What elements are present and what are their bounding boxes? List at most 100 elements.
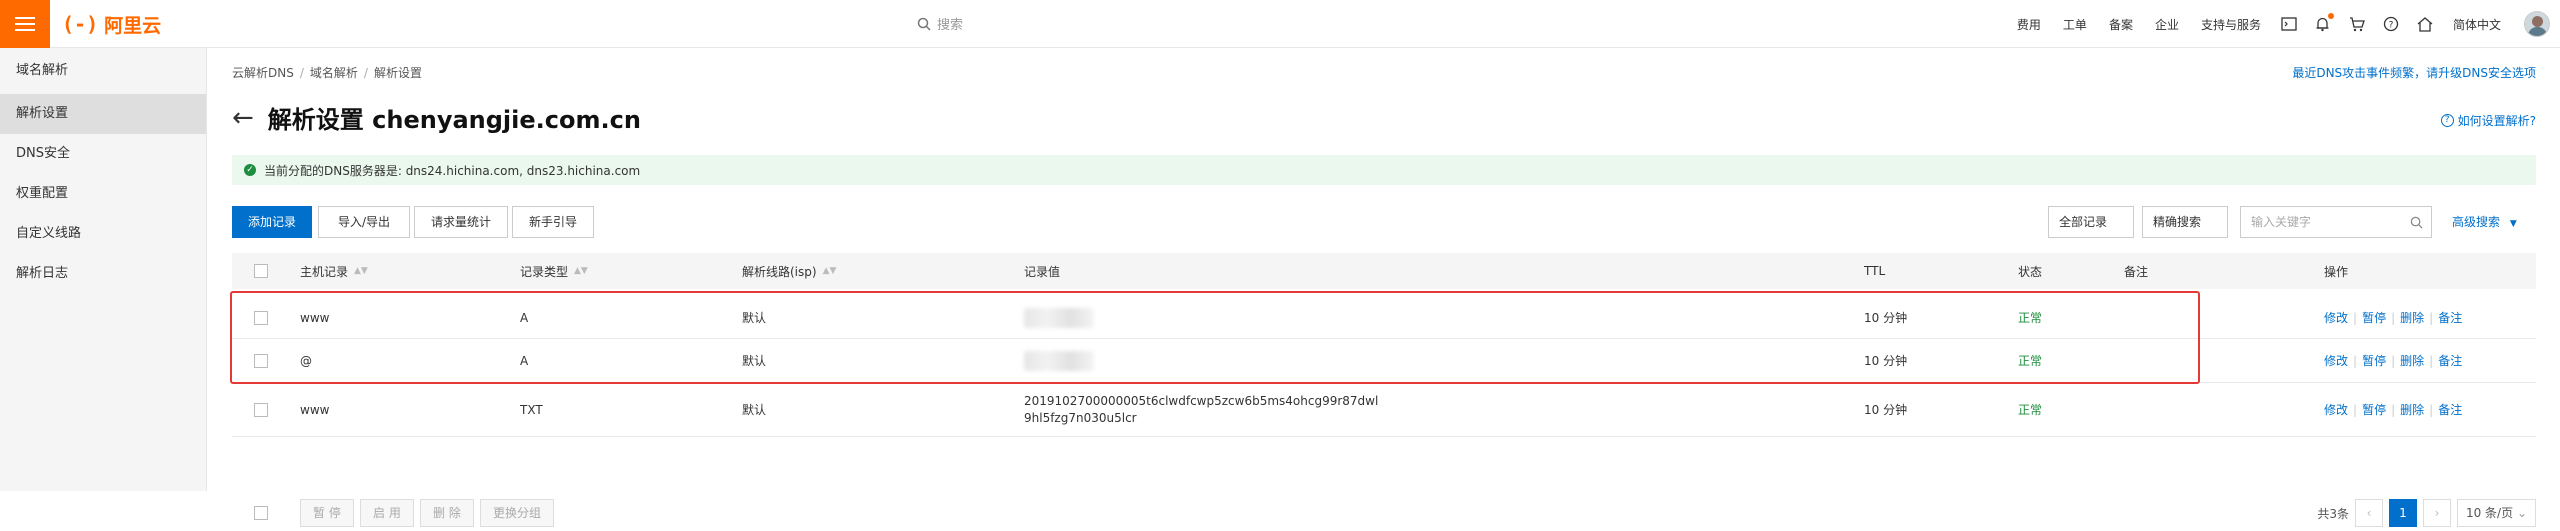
edit-link[interactable]: 修改 (2324, 309, 2348, 326)
cell-ttl: 10 分钟 (1864, 403, 1908, 417)
top-search[interactable]: 搜索 (917, 14, 963, 33)
cart-icon[interactable] (2348, 15, 2366, 33)
row-actions: 修改 | 暂停 | 删除 | 备注 (2324, 352, 2463, 369)
guide-button[interactable]: 新手引导 (512, 206, 594, 238)
edit-link[interactable]: 修改 (2324, 352, 2348, 369)
question-icon: ? (2440, 114, 2454, 127)
delete-link[interactable]: 删除 (2400, 352, 2424, 369)
pause-link[interactable]: 暂停 (2362, 352, 2386, 369)
col-ttl: TTL (1864, 264, 1886, 278)
col-value: 记录值 (1024, 264, 1061, 279)
remark-link[interactable]: 备注 (2438, 309, 2462, 326)
toolbar: 添加记录 导入/导出 请求量统计 新手引导 全部记录 ⌄ 精确搜索 ⌄ 输入关键… (232, 206, 2536, 259)
col-remark: 备注 (2124, 264, 2149, 279)
sidebar-item-resolve-settings[interactable]: 解析设置 (0, 94, 206, 134)
cell-host: www (300, 402, 330, 417)
advanced-search-link[interactable]: 高级搜索 ▼ (2452, 206, 2517, 238)
records-table: 主机记录 ▲▼ 记录类型 ▲▼ 解析线路(isp) ▲▼ 记录值 TTL 状态 备注 … (232, 253, 2536, 437)
col-type[interactable]: 记录类型 ▲▼ (520, 253, 588, 289)
cell-line: 默认 (742, 311, 767, 325)
table-row: www A 默认 10 分钟 正常 修改 | 暂停 | 删除 | 备注 (232, 297, 2536, 339)
home-icon[interactable] (2416, 15, 2434, 33)
page-number-button[interactable]: 1 (2388, 499, 2417, 527)
cell-type: A (520, 353, 529, 368)
select-all-checkbox[interactable] (254, 253, 268, 289)
nav-enterprise[interactable]: 企业 (2155, 16, 2179, 33)
sidebar-item-custom-line[interactable]: 自定义线路 (0, 214, 206, 254)
request-stats-button[interactable]: 请求量统计 (414, 206, 508, 238)
sidebar-item-domain-resolve[interactable]: 域名解析 (0, 48, 206, 94)
prev-page-button[interactable]: ‹ (2354, 499, 2383, 527)
search-icon (917, 17, 931, 31)
status-badge: 正常 (2018, 403, 2043, 417)
batch-pause-button[interactable]: 暂 停 (300, 499, 354, 527)
delete-link[interactable]: 删除 (2400, 309, 2424, 326)
col-status: 状态 (2018, 264, 2043, 279)
search-mode-value: 精确搜索 (2153, 215, 2202, 229)
language-switch[interactable]: 简体中文 (2453, 16, 2501, 33)
help-link[interactable]: ? 如何设置解析? (2440, 112, 2536, 129)
row-actions: 修改 | 暂停 | 删除 | 备注 (2324, 401, 2463, 418)
remark-link[interactable]: 备注 (2438, 401, 2462, 418)
footer-select-all-checkbox[interactable] (254, 499, 268, 527)
remark-link[interactable]: 备注 (2438, 352, 2462, 369)
svg-text:?: ? (2389, 21, 2394, 31)
search-mode-select[interactable]: 精确搜索 ⌄ (2142, 206, 2228, 259)
cell-value-blurred (1024, 339, 1094, 382)
sidebar-item-logs[interactable]: 解析日志 (0, 254, 206, 294)
bell-icon[interactable] (2314, 13, 2334, 33)
top-search-placeholder: 搜索 (937, 18, 964, 33)
nav-support[interactable]: 支持与服务 (2201, 16, 2261, 33)
nav-tickets[interactable]: 工单 (2063, 16, 2087, 33)
row-actions: 修改 | 暂停 | 删除 | 备注 (2324, 309, 2463, 326)
col-line-label: 解析线路(isp) (742, 264, 817, 279)
pause-link[interactable]: 暂停 (2362, 309, 2386, 326)
change-group-button[interactable]: 更换分组 (480, 499, 555, 527)
sidebar-item-weight[interactable]: 权重配置 (0, 174, 206, 214)
col-type-label: 记录类型 (520, 264, 569, 279)
edit-link[interactable]: 修改 (2324, 401, 2348, 418)
back-arrow-icon[interactable]: ← (232, 105, 254, 131)
page-size-select[interactable]: 10 条/页 ⌄ (2456, 499, 2536, 527)
menu-icon[interactable] (0, 0, 50, 48)
keyword-search-input[interactable]: 输入关键字 (2240, 206, 2432, 238)
cell-ttl: 10 分钟 (1864, 354, 1908, 368)
breadcrumb-item[interactable]: 域名解析 (310, 66, 358, 80)
breadcrumb-item: 解析设置 (373, 66, 422, 80)
col-host[interactable]: 主机记录 ▲▼ (300, 253, 368, 289)
chevron-down-icon: ⌄ (2516, 506, 2527, 520)
delete-link[interactable]: 删除 (2400, 401, 2424, 418)
sidebar-item-dns-security[interactable]: DNS安全 (0, 134, 206, 174)
batch-delete-button[interactable]: 删 除 (420, 499, 474, 527)
logo-mark: (-) (62, 12, 99, 36)
main-content: 云解析DNS / 域名解析 / 解析设置 最近DNS攻击事件频繁，请升级DNS安全选项 … (208, 48, 2560, 527)
cell-host: @ (300, 353, 312, 368)
row-checkbox[interactable] (254, 297, 268, 338)
terminal-icon[interactable] (2280, 15, 2298, 33)
advanced-search-label: 高级搜索 (2452, 215, 2501, 229)
search-icon[interactable] (2410, 216, 2423, 229)
row-checkbox[interactable] (254, 339, 268, 382)
nav-icp[interactable]: 备案 (2109, 16, 2133, 33)
aliyun-logo[interactable]: (-) 阿里云 (62, 11, 161, 37)
avatar[interactable] (2524, 11, 2550, 37)
row-checkbox[interactable] (254, 383, 268, 436)
sidebar: 域名解析 解析设置 DNS安全 权重配置 自定义线路 解析日志 (0, 48, 207, 491)
breadcrumb: 云解析DNS / 域名解析 / 解析设置 (232, 66, 422, 80)
page-title-row: ← 解析设置 chenyangjie.com.cn (232, 100, 641, 135)
col-line[interactable]: 解析线路(isp) ▲▼ (742, 253, 836, 289)
notification-dot (2327, 13, 2334, 19)
batch-enable-button[interactable]: 启 用 (360, 499, 414, 527)
dns-server-alert: ✓ 当前分配的DNS服务器是: dns24.hichina.com, dns23… (232, 155, 2536, 185)
breadcrumb-item[interactable]: 云解析DNS (232, 66, 294, 80)
nav-fees[interactable]: 费用 (2017, 16, 2041, 33)
next-page-button[interactable]: › (2422, 499, 2451, 527)
add-record-button[interactable]: 添加记录 (232, 206, 312, 238)
sort-icon: ▲▼ (822, 266, 837, 276)
cell-type: A (520, 310, 529, 325)
import-export-button[interactable]: 导入/导出 (318, 206, 410, 238)
pause-link[interactable]: 暂停 (2362, 401, 2386, 418)
record-filter-select[interactable]: 全部记录 ⌄ (2048, 206, 2134, 259)
help-icon[interactable]: ? (2382, 15, 2400, 33)
security-notice-link[interactable]: 最近DNS攻击事件频繁，请升级DNS安全选项 (2292, 64, 2536, 81)
